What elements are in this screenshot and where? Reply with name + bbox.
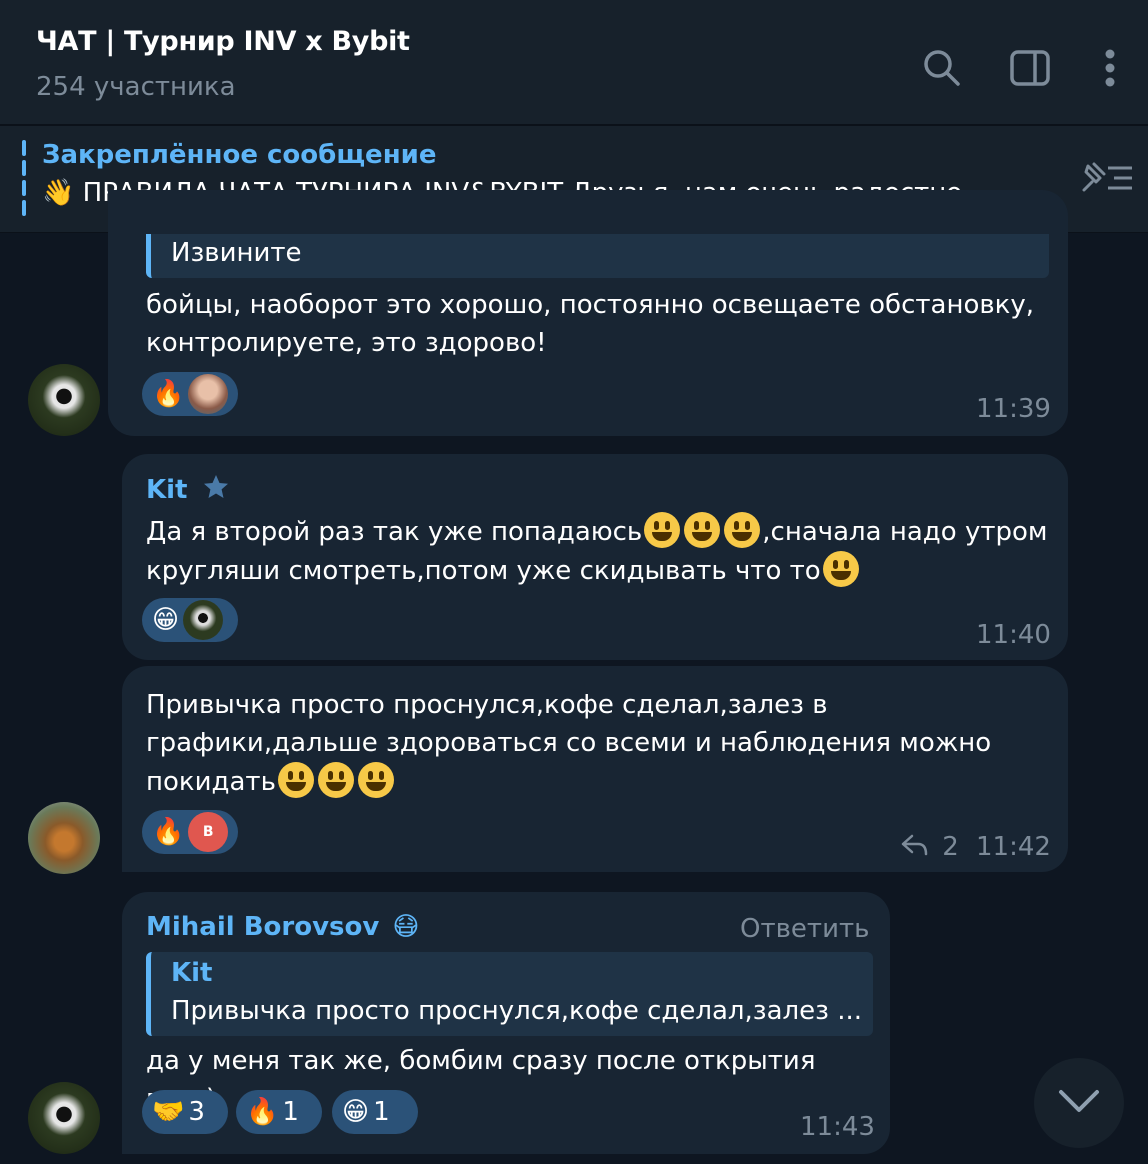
more-menu-icon[interactable] — [1082, 40, 1138, 96]
reply-arrow-icon — [900, 833, 928, 864]
message-time: 11:42 — [976, 832, 1051, 862]
reactor-avatar — [188, 374, 228, 414]
fire-emoji: 🔥 — [246, 1097, 279, 1127]
smiley-emoji — [277, 762, 314, 798]
chevron-down-icon — [1057, 1088, 1101, 1118]
replies-indicator[interactable]: 2 — [900, 832, 959, 864]
reply-text: Привычка просто проснулся,кофе сделал,за… — [171, 996, 863, 1026]
reply-preview[interactable]: Извините — [146, 234, 1049, 278]
reaction-fire[interactable]: 🔥 В — [142, 810, 238, 854]
message-time: 11:43 — [800, 1112, 875, 1142]
reaction-fire[interactable]: 🔥 — [142, 372, 238, 416]
smiley-emoji — [822, 551, 859, 587]
avatar[interactable] — [28, 364, 100, 436]
mask-emoji: 😷 — [392, 912, 420, 942]
handshake-emoji: 🤝 — [152, 1097, 185, 1127]
pinned-list-icon[interactable] — [1074, 158, 1138, 198]
smiley-emoji — [317, 762, 354, 798]
avatar[interactable] — [28, 802, 100, 874]
scroll-down-button[interactable] — [1034, 1058, 1124, 1148]
fire-emoji: 🔥 — [152, 817, 185, 847]
sender-name[interactable]: Mihail Borovsov 😷 — [146, 912, 420, 942]
smiley-emoji — [357, 762, 394, 798]
reaction-count: 1 — [373, 1097, 390, 1127]
message-time: 11:40 — [976, 620, 1051, 650]
smiley-emoji — [724, 512, 761, 548]
chat-header[interactable]: ЧАТ | Турнир INV x Bybit 254 участника — [0, 0, 1148, 126]
reactor-avatar — [183, 600, 224, 640]
message-time: 11:39 — [976, 394, 1051, 424]
smiley-emoji — [644, 512, 681, 548]
avatar[interactable] — [28, 1082, 100, 1154]
reply-text: Извините — [171, 238, 302, 268]
reaction-grin[interactable]: 😁 1 — [332, 1090, 418, 1134]
search-icon[interactable] — [914, 40, 970, 96]
reaction-count: 3 — [188, 1097, 205, 1127]
grin-emoji: 😁 — [152, 605, 180, 635]
pinned-title: Закреплённое сообщение — [42, 140, 437, 170]
chat-title[interactable]: ЧАТ | Турнир INV x Bybit — [36, 26, 410, 57]
reaction-fire[interactable]: 🔥 1 — [236, 1090, 322, 1134]
reaction-handshake[interactable]: 🤝 3 — [142, 1090, 228, 1134]
reply-button[interactable]: Ответить — [740, 914, 869, 944]
sender-name[interactable]: Kit — [146, 474, 229, 507]
grin-emoji: 😁 — [342, 1097, 370, 1127]
reactor-avatar: В — [188, 812, 228, 852]
reaction-count: 1 — [282, 1097, 299, 1127]
reply-preview[interactable]: Kit Привычка просто проснулся,кофе сдела… — [146, 952, 873, 1036]
smiley-emoji — [684, 512, 721, 548]
reply-sender: Kit — [171, 958, 213, 988]
members-count: 254 участника — [36, 72, 236, 102]
message-text: Привычка просто проснулся,кофе сделал,за… — [146, 690, 992, 798]
sidebar-toggle-icon[interactable] — [1002, 40, 1058, 96]
pinned-indicator — [22, 140, 26, 216]
fire-emoji: 🔥 — [152, 379, 185, 409]
message-text: Да я второй раз так уже попадаюсь ,сначал… — [146, 512, 1056, 590]
star-icon — [203, 474, 229, 507]
reaction-grin[interactable]: 😁 — [142, 598, 238, 642]
message-text: бойцы, наоборот это хорошо, постоянно ос… — [146, 290, 1035, 358]
